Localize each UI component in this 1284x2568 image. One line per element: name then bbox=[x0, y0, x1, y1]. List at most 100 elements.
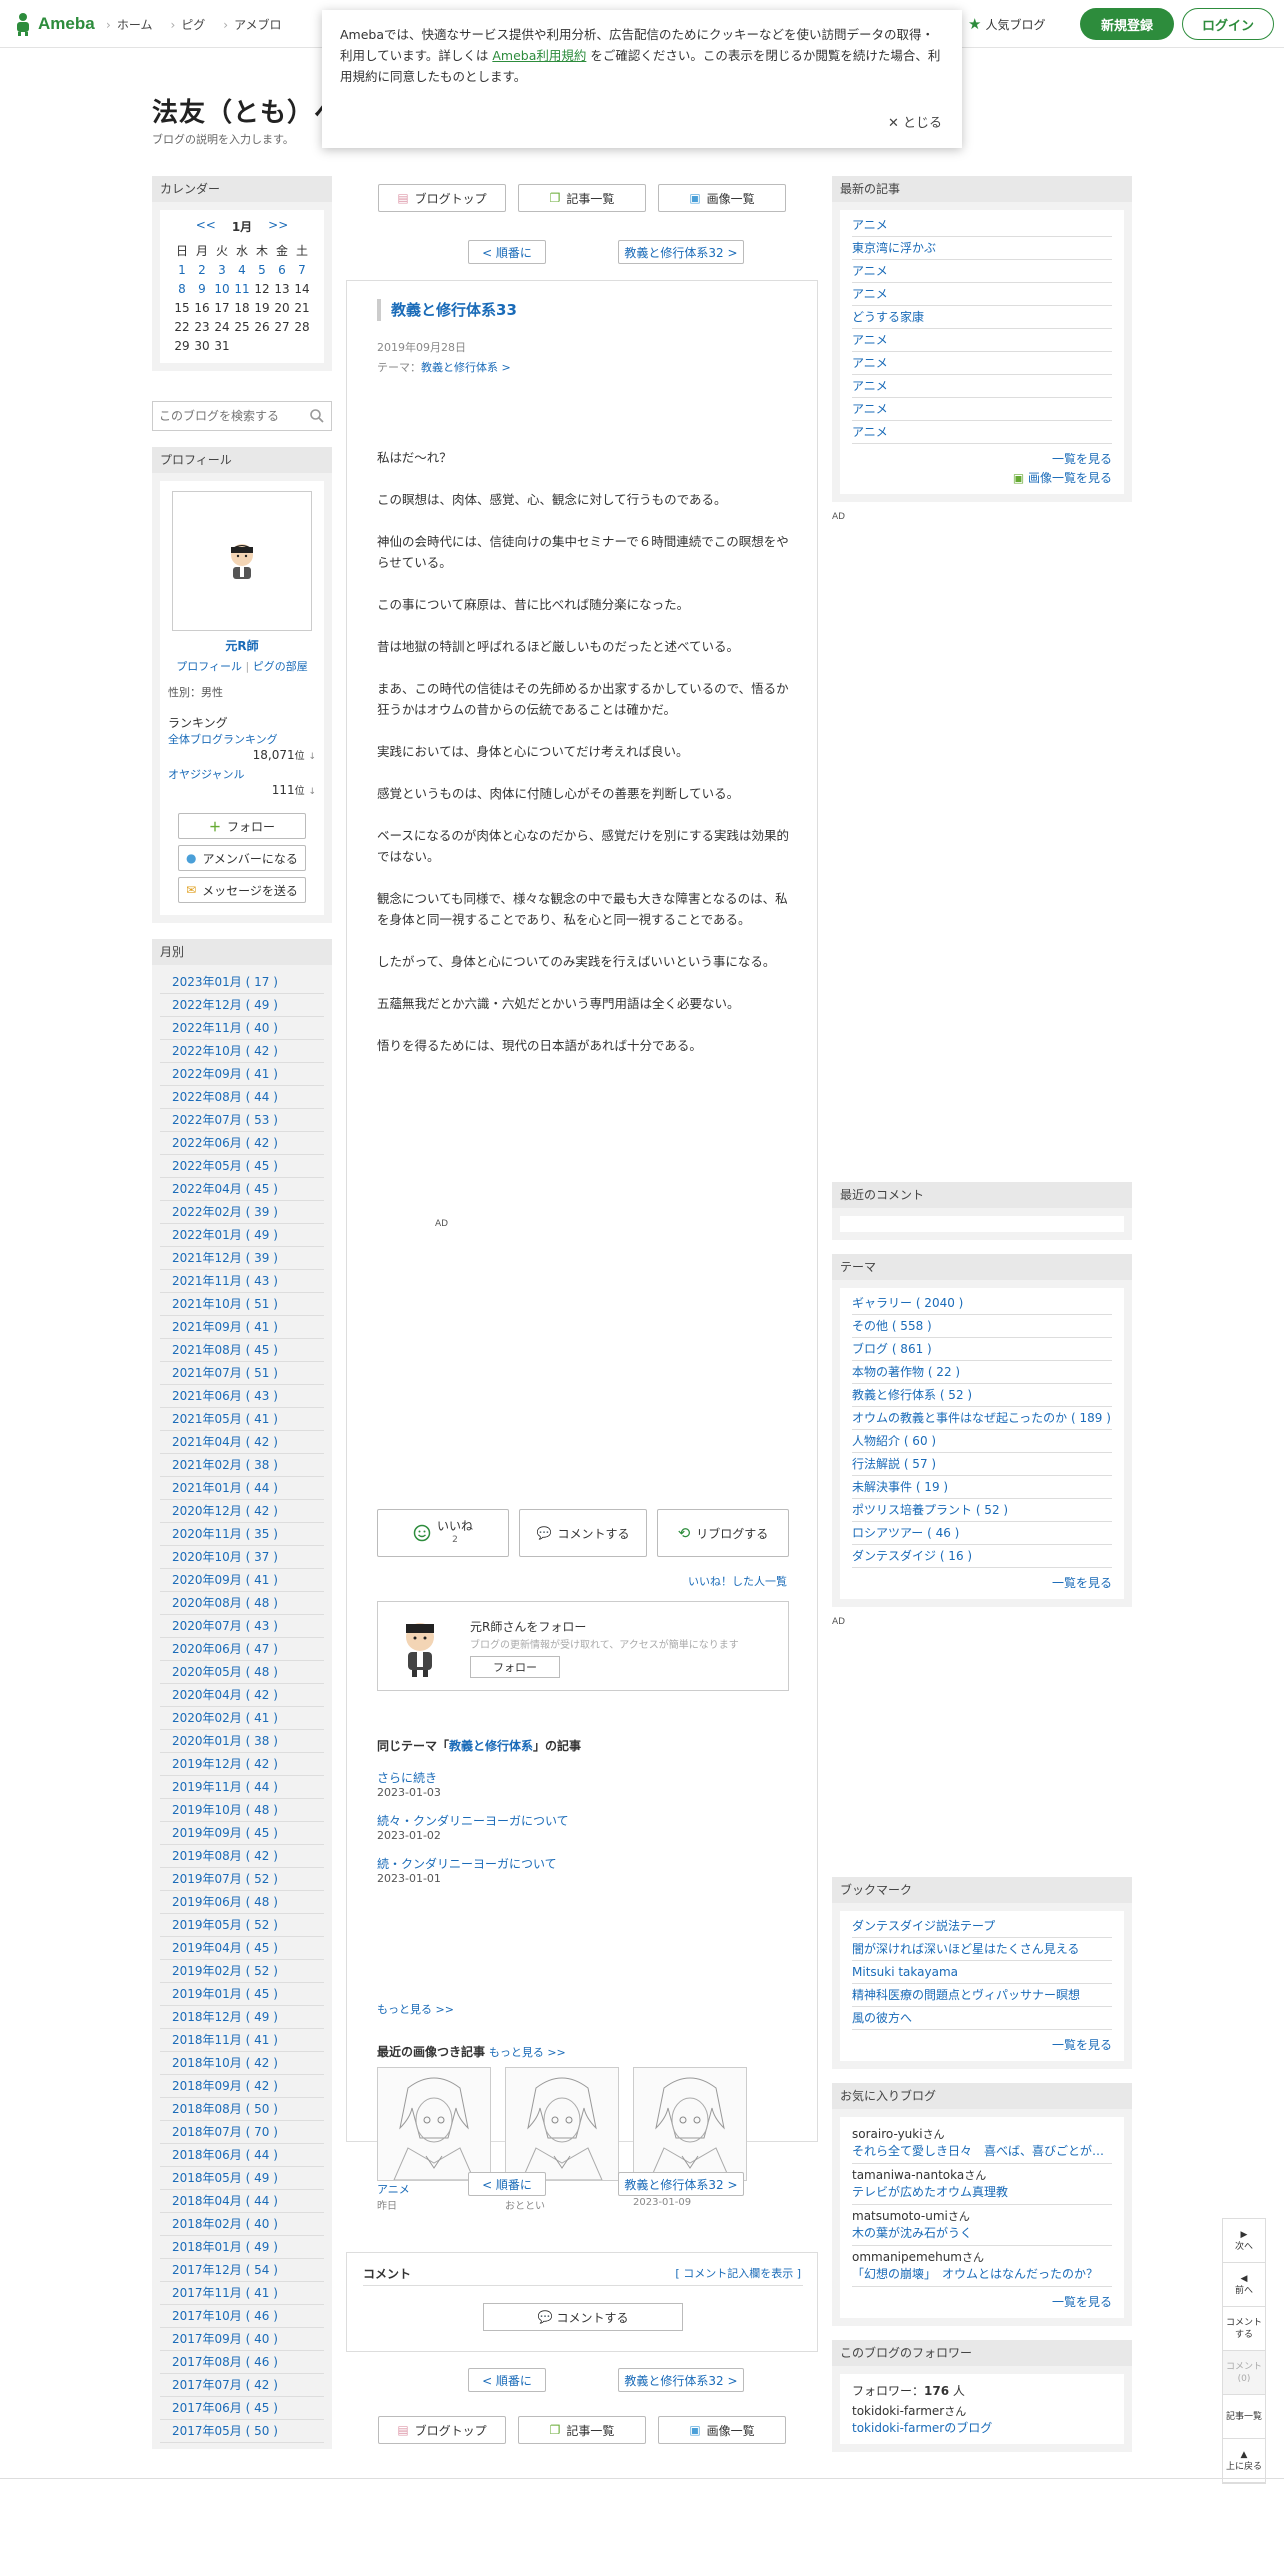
favorite-blogs-more[interactable]: 一覧を見る bbox=[1052, 2295, 1112, 2309]
calendar-day[interactable]: 9 bbox=[192, 279, 212, 298]
archive-item[interactable]: 2020年08月 ( 48 ) bbox=[160, 1592, 324, 1615]
theme-link[interactable]: 人物紹介 ( 60 ) bbox=[852, 1430, 1112, 1453]
theme-link[interactable]: 本物の著作物 ( 22 ) bbox=[852, 1361, 1112, 1384]
archive-item[interactable]: 2017年09月 ( 40 ) bbox=[160, 2328, 324, 2351]
entry-list-button-footer[interactable]: ❐ 記事一覧 bbox=[518, 2416, 646, 2444]
register-button[interactable]: 新規登録 bbox=[1080, 8, 1174, 40]
same-theme-more[interactable]: もっと見る >> bbox=[377, 2001, 454, 2017]
archive-item[interactable]: 2020年06月 ( 47 ) bbox=[160, 1638, 324, 1661]
archive-item[interactable]: 2021年12月 ( 39 ) bbox=[160, 1247, 324, 1270]
archive-item[interactable]: 2018年05月 ( 49 ) bbox=[160, 2167, 324, 2190]
archive-item[interactable]: 2021年09月 ( 41 ) bbox=[160, 1316, 324, 1339]
cookie-close-button[interactable]: ✕ とじる bbox=[888, 113, 942, 134]
theme-link[interactable]: 行法解説 ( 57 ) bbox=[852, 1453, 1112, 1476]
archive-item[interactable]: 2020年07月 ( 43 ) bbox=[160, 1615, 324, 1638]
recent-entries-more[interactable]: 一覧を見る bbox=[1052, 452, 1112, 466]
theme-link[interactable]: オウムの教義と事件はなぜ起こったのか ( 189 ) bbox=[852, 1407, 1112, 1430]
ameba-logo[interactable]: Ameba bbox=[12, 10, 95, 38]
blog-title[interactable]: 法友（とも）へ bbox=[152, 92, 341, 129]
archive-item[interactable]: 2021年10月 ( 51 ) bbox=[160, 1293, 324, 1316]
next-entry-button-footer[interactable]: 教義と修行体系32 > bbox=[618, 2368, 744, 2392]
calendar-next[interactable]: >> bbox=[268, 218, 288, 235]
recent-images-more[interactable]: もっと見る >> bbox=[489, 2046, 566, 2059]
article-title[interactable]: 教義と修行体系33 bbox=[377, 299, 517, 321]
archive-item[interactable]: 2021年04月 ( 42 ) bbox=[160, 1431, 324, 1454]
archive-item[interactable]: 2018年04月 ( 44 ) bbox=[160, 2190, 324, 2213]
nav-ameblo[interactable]: › アメブロ bbox=[223, 16, 281, 33]
archive-item[interactable]: 2022年01月 ( 49 ) bbox=[160, 1224, 324, 1247]
archive-item[interactable]: 2018年11月 ( 41 ) bbox=[160, 2029, 324, 2052]
bookmark-link[interactable]: ダンテスダイジ説法テープ bbox=[852, 1915, 1112, 1938]
archive-item[interactable]: 2017年06月 ( 45 ) bbox=[160, 2397, 324, 2420]
archive-item[interactable]: 2017年12月 ( 54 ) bbox=[160, 2259, 324, 2282]
terms-link[interactable]: Ameba利用規約 bbox=[492, 48, 586, 63]
theme-link[interactable]: 未解決事件 ( 19 ) bbox=[852, 1476, 1112, 1499]
archive-item[interactable]: 2018年02月 ( 40 ) bbox=[160, 2213, 324, 2236]
next-entry-button-bottom[interactable]: 教義と修行体系32 > bbox=[618, 2172, 744, 2196]
same-theme-item-title[interactable]: 続・クンダリニーヨーガについて bbox=[377, 1855, 789, 1872]
recent-entry-link[interactable]: アニメ bbox=[852, 398, 1112, 421]
archive-item[interactable]: 2019年09月 ( 45 ) bbox=[160, 1822, 324, 1845]
archive-item[interactable]: 2017年05月 ( 50 ) bbox=[160, 2420, 324, 2443]
calendar-day[interactable]: 11 bbox=[232, 279, 252, 298]
follower-blog-link[interactable]: tokidoki-farmerのブログ bbox=[852, 2419, 1112, 2436]
archive-item[interactable]: 2019年08月 ( 42 ) bbox=[160, 1845, 324, 1868]
recent-entry-link[interactable]: アニメ bbox=[852, 421, 1112, 444]
calendar-day[interactable]: 10 bbox=[212, 279, 232, 298]
theme-more[interactable]: 一覧を見る bbox=[1052, 1576, 1112, 1590]
archive-item[interactable]: 2022年09月 ( 41 ) bbox=[160, 1063, 324, 1086]
archive-item[interactable]: 2018年01月 ( 49 ) bbox=[160, 2236, 324, 2259]
archive-item[interactable]: 2022年10月 ( 42 ) bbox=[160, 1040, 324, 1063]
archive-item[interactable]: 2021年11月 ( 43 ) bbox=[160, 1270, 324, 1293]
profile-link[interactable]: プロフィール bbox=[176, 660, 242, 673]
archive-item[interactable]: 2019年01月 ( 45 ) bbox=[160, 1983, 324, 2006]
archive-item[interactable]: 2022年11月 ( 40 ) bbox=[160, 1017, 324, 1040]
calendar-day[interactable]: 3 bbox=[212, 260, 232, 279]
profile-name[interactable]: 元R師 bbox=[168, 637, 316, 654]
nav-pigg[interactable]: › ピグ bbox=[170, 16, 205, 33]
calendar-day[interactable]: 7 bbox=[292, 260, 312, 279]
blog-top-button[interactable]: ▤ ブログトップ bbox=[378, 184, 506, 212]
show-comment-form-link[interactable]: [ コメント記入欄を表示 ] bbox=[675, 2265, 801, 2281]
archive-item[interactable]: 2022年07月 ( 53 ) bbox=[160, 1109, 324, 1132]
login-button[interactable]: ログイン bbox=[1182, 8, 1274, 40]
archive-item[interactable]: 2021年06月 ( 43 ) bbox=[160, 1385, 324, 1408]
recent-entry-link[interactable]: アニメ bbox=[852, 329, 1112, 352]
pigg-room-link[interactable]: ピグの部屋 bbox=[253, 660, 308, 673]
float-next-button[interactable]: ▶ 次へ bbox=[1223, 2219, 1265, 2263]
calendar-day[interactable]: 5 bbox=[252, 260, 272, 279]
archive-item[interactable]: 2020年02月 ( 41 ) bbox=[160, 1707, 324, 1730]
recent-image-thumbnail[interactable] bbox=[633, 2067, 747, 2181]
popular-blog-link[interactable]: ★ 人気ブログ bbox=[968, 15, 1045, 33]
archive-item[interactable]: 2018年10月 ( 42 ) bbox=[160, 2052, 324, 2075]
bookmark-link[interactable]: 精神科医療の問題点とヴィパッサナー瞑想 bbox=[852, 1984, 1112, 2007]
comment-button[interactable]: 💬 コメントする bbox=[519, 1509, 647, 1557]
calendar-day[interactable]: 4 bbox=[232, 260, 252, 279]
bookmark-link[interactable]: Mitsuki takayama bbox=[852, 1961, 1112, 1984]
archive-item[interactable]: 2018年12月 ( 49 ) bbox=[160, 2006, 324, 2029]
same-theme-link[interactable]: 教義と修行体系 bbox=[449, 1739, 533, 1753]
recent-entry-link[interactable]: アニメ bbox=[852, 260, 1112, 283]
archive-item[interactable]: 2018年07月 ( 70 ) bbox=[160, 2121, 324, 2144]
archive-item[interactable]: 2021年08月 ( 45 ) bbox=[160, 1339, 324, 1362]
overall-ranking-link[interactable]: 全体ブログランキング bbox=[168, 731, 316, 747]
theme-link[interactable]: ダンテスダイジ ( 16 ) bbox=[852, 1545, 1112, 1568]
archive-item[interactable]: 2018年08月 ( 50 ) bbox=[160, 2098, 324, 2121]
archive-item[interactable]: 2020年12月 ( 42 ) bbox=[160, 1500, 324, 1523]
theme-link[interactable]: ギャラリー ( 2040 ) bbox=[852, 1292, 1112, 1315]
article-theme-link[interactable]: 教義と修行体系 > bbox=[421, 361, 511, 374]
favorite-blog-post[interactable]: それら全て愛しき日々 喜べば、喜びごとが… bbox=[852, 2143, 1112, 2160]
calendar-day[interactable]: 6 bbox=[272, 260, 292, 279]
archive-item[interactable]: 2022年08月 ( 44 ) bbox=[160, 1086, 324, 1109]
archive-item[interactable]: 2017年08月 ( 46 ) bbox=[160, 2351, 324, 2374]
archive-item[interactable]: 2023年01月 ( 17 ) bbox=[160, 971, 324, 994]
archive-item[interactable]: 2021年02月 ( 38 ) bbox=[160, 1454, 324, 1477]
archive-item[interactable]: 2017年07月 ( 42 ) bbox=[160, 2374, 324, 2397]
archive-item[interactable]: 2017年11月 ( 41 ) bbox=[160, 2282, 324, 2305]
prev-entry-button-bottom[interactable]: < 順番に bbox=[468, 2172, 546, 2196]
archive-item[interactable]: 2022年02月 ( 39 ) bbox=[160, 1201, 324, 1224]
archive-item[interactable]: 2020年05月 ( 48 ) bbox=[160, 1661, 324, 1684]
theme-link[interactable]: ポツリス培養プラント ( 52 ) bbox=[852, 1499, 1112, 1522]
archive-item[interactable]: 2019年07月 ( 52 ) bbox=[160, 1868, 324, 1891]
archive-item[interactable]: 2019年11月 ( 44 ) bbox=[160, 1776, 324, 1799]
